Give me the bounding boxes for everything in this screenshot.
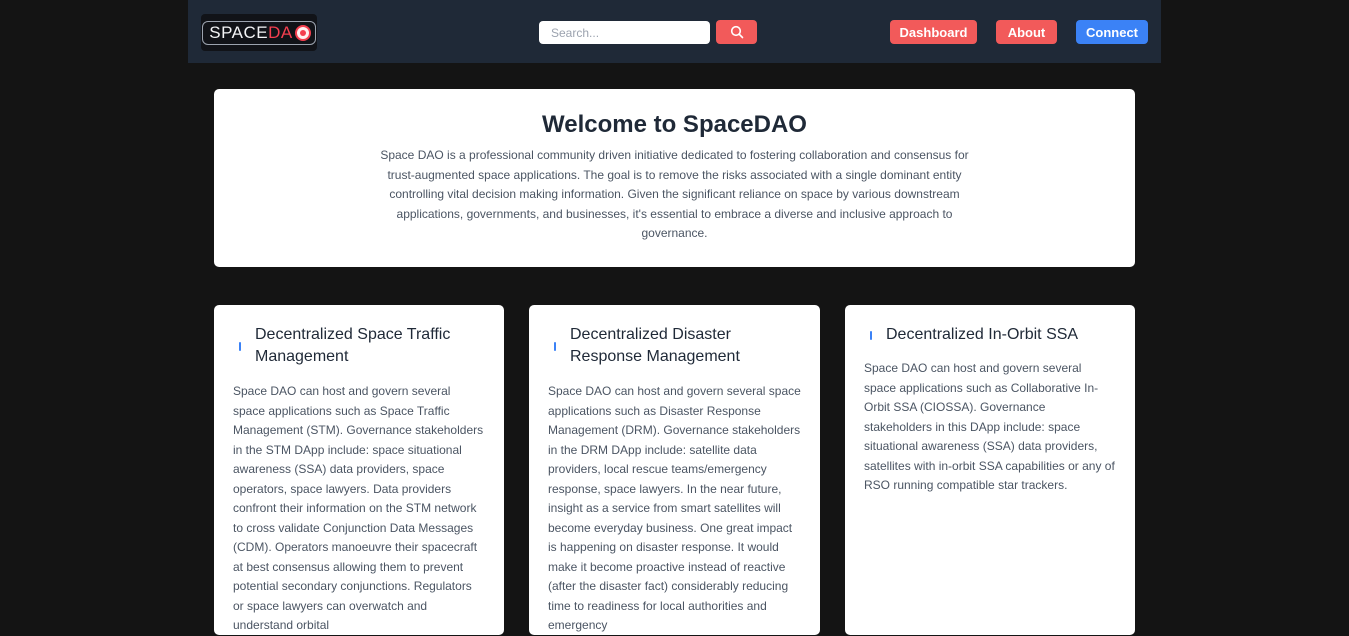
card-description: Space DAO can host and govern several sp… xyxy=(864,361,1115,492)
card-header: Decentralized Space Traffic Management xyxy=(233,324,488,368)
logo-text-main: SPACE xyxy=(209,22,269,42)
feature-card-in-orbit-ssa: Decentralized In-Orbit SSA Space DAO can… xyxy=(845,305,1135,635)
search-button[interactable] xyxy=(716,20,757,44)
logo-text: SPACEDA xyxy=(209,22,293,42)
search-input[interactable] xyxy=(539,21,710,44)
satellite-icon xyxy=(864,324,880,346)
top-navbar: SPACEDA Dashboard About Connect xyxy=(188,0,1161,63)
dashboard-button[interactable]: Dashboard xyxy=(890,20,977,44)
card-description: Space DAO can host and govern several sp… xyxy=(548,384,801,632)
welcome-description: Space DAO is a professional community dr… xyxy=(380,148,969,241)
welcome-title: Welcome to SpaceDAO xyxy=(542,111,807,138)
ring-logo-icon xyxy=(294,24,311,41)
feature-card-disaster-response: Decentralized Disaster Response Manageme… xyxy=(529,305,820,635)
logo-frame: SPACEDA xyxy=(202,20,316,45)
satellite-icon xyxy=(233,335,249,357)
card-header: Decentralized In-Orbit SSA xyxy=(864,324,1119,346)
welcome-panel: Welcome to SpaceDAO Space DAO is a profe… xyxy=(214,89,1135,267)
card-title: Decentralized In-Orbit SSA xyxy=(886,326,1079,343)
connect-button[interactable]: Connect xyxy=(1076,20,1148,44)
spacedao-logo[interactable]: SPACEDA xyxy=(201,14,317,51)
card-header: Decentralized Disaster Response Manageme… xyxy=(548,324,804,368)
search-icon xyxy=(730,25,743,39)
about-button[interactable]: About xyxy=(996,20,1057,44)
card-title: Decentralized Disaster Response Manageme… xyxy=(570,326,740,365)
card-description: Space DAO can host and govern several sp… xyxy=(233,384,484,632)
card-title: Decentralized Space Traffic Management xyxy=(255,326,451,365)
satellite-icon xyxy=(548,335,564,357)
logo-text-accent: DA xyxy=(268,22,293,42)
feature-card-space-traffic: Decentralized Space Traffic Management S… xyxy=(214,305,504,635)
